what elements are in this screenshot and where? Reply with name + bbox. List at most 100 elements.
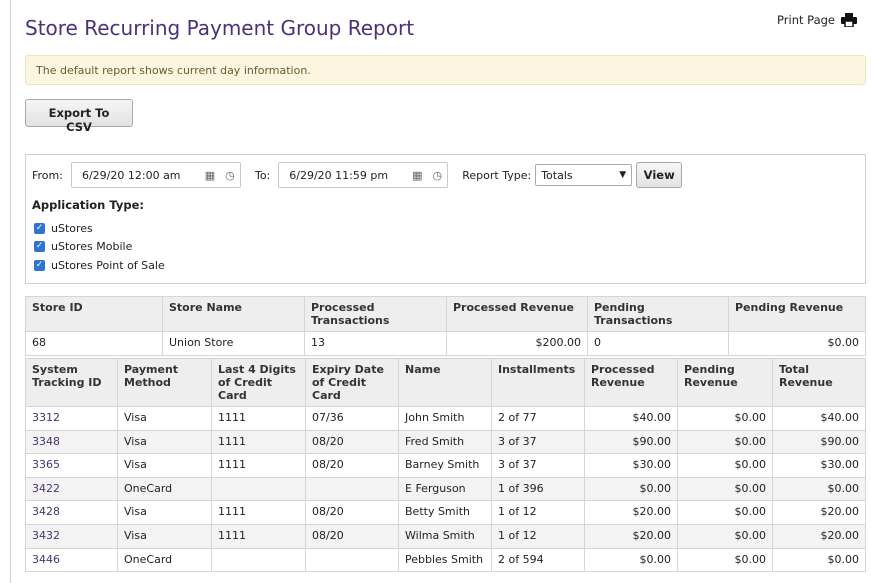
total-revenue-cell: $40.00 — [772, 406, 866, 431]
tracking-id-link[interactable]: 3348 — [32, 435, 60, 448]
expiry-date-cell: 07/36 — [305, 406, 399, 431]
report-type-value: Totals — [541, 168, 573, 182]
card-last4-cell: 1111 — [211, 453, 306, 478]
column-header: Last 4 Digits of Credit Card — [211, 358, 306, 407]
column-header: Name — [398, 358, 492, 407]
print-page-link[interactable]: Print Page — [777, 13, 857, 27]
processed-revenue-cell: $40.00 — [584, 406, 678, 431]
tracking-id-link[interactable]: 3432 — [32, 529, 60, 542]
checkbox-ustores-mobile[interactable]: ✓ uStores Mobile — [34, 240, 132, 253]
tracking-id-cell: 3422 — [25, 476, 118, 502]
card-last4-cell: 1111 — [211, 523, 306, 549]
installments-cell: 3 of 37 — [491, 429, 585, 455]
processed-transactions-cell: 13 — [304, 331, 447, 356]
installments-cell: 1 of 396 — [491, 476, 585, 502]
calendar-icon[interactable]: ▦ — [200, 163, 220, 187]
chevron-down-icon: ▼ — [619, 170, 627, 180]
export-csv-button[interactable]: Export To CSV — [25, 99, 133, 134]
expiry-date-cell: 08/20 — [305, 500, 399, 525]
to-datetime-field[interactable]: 6/29/20 11:59 pm ▦ ◷ — [278, 162, 449, 188]
payment-method-cell: OneCard — [117, 476, 212, 502]
column-header: Pending Transactions — [587, 296, 729, 332]
checkbox-label: uStores Mobile — [51, 240, 133, 253]
name-cell: Betty Smith — [398, 500, 492, 525]
column-header: Expiry Date of Credit Card — [305, 358, 399, 407]
name-cell: Wilma Smith — [398, 523, 492, 549]
name-cell: Barney Smith — [398, 453, 492, 478]
table-row: 3428 Visa 1111 08/20 Betty Smith 1 of 12 $20.0… — [25, 500, 866, 525]
column-header: Store Name — [162, 296, 305, 332]
checkbox-ustores[interactable]: ✓ uStores — [34, 222, 93, 235]
processed-revenue-cell: $20.00 — [584, 500, 678, 525]
installments-cell: 1 of 12 — [491, 500, 585, 525]
pending-revenue-cell: $0.00 — [677, 406, 773, 431]
processed-revenue-cell: $200.00 — [446, 331, 588, 356]
processed-revenue-cell: $20.00 — [584, 523, 678, 549]
checkbox-checked-icon[interactable]: ✓ — [34, 260, 45, 271]
name-cell: Pebbles Smith — [398, 547, 492, 573]
frame-border — [10, 0, 11, 583]
table-row: 3446 OneCard Pebbles Smith 2 of 594 $0.00 $0.… — [25, 547, 866, 573]
report-type-select[interactable]: Totals ▼ — [535, 164, 633, 186]
total-revenue-cell: $20.00 — [772, 523, 866, 549]
tracking-id-link[interactable]: 3312 — [32, 411, 60, 424]
tracking-id-cell: 3432 — [25, 523, 118, 549]
tracking-id-link[interactable]: 3365 — [32, 458, 60, 471]
expiry-date-cell: 08/20 — [305, 523, 399, 549]
report-type-label: Report Type: — [462, 168, 532, 182]
payment-method-cell: Visa — [117, 500, 212, 525]
calendar-icon[interactable]: ▦ — [407, 163, 427, 187]
tracking-id-link[interactable]: 3422 — [32, 482, 60, 495]
tracking-id-link[interactable]: 3446 — [32, 553, 60, 566]
view-button[interactable]: View — [636, 162, 683, 188]
from-label: From: — [32, 168, 63, 182]
column-header: Pending Revenue — [677, 358, 773, 407]
card-last4-cell: 1111 — [211, 500, 306, 525]
checkbox-ustores-pos[interactable]: ✓ uStores Point of Sale — [34, 259, 165, 272]
checkbox-checked-icon[interactable]: ✓ — [34, 223, 45, 234]
column-header: Processed Transactions — [304, 296, 447, 332]
clock-icon[interactable]: ◷ — [427, 163, 447, 187]
pending-revenue-cell: $0.00 — [677, 453, 773, 478]
processed-revenue-cell: $0.00 — [584, 476, 678, 502]
tracking-id-cell: 3365 — [25, 453, 118, 478]
table-row: 3348 Visa 1111 08/20 Fred Smith 3 of 37 $90.00… — [25, 429, 866, 455]
card-last4-cell — [211, 476, 306, 502]
checkbox-label: uStores Point of Sale — [51, 259, 165, 272]
installments-cell: 2 of 77 — [491, 406, 585, 431]
checkbox-label: uStores — [51, 222, 93, 235]
column-header: Installments — [491, 358, 585, 407]
table-row: 3432 Visa 1111 08/20 Wilma Smith 1 of 12 $20.0… — [25, 523, 866, 549]
card-last4-cell: 1111 — [211, 406, 306, 431]
column-header: Processed Revenue — [584, 358, 678, 407]
pending-revenue-cell: $0.00 — [677, 547, 773, 573]
total-revenue-cell: $90.00 — [772, 429, 866, 455]
store-name-cell: Union Store — [162, 331, 305, 356]
payment-method-cell: Visa — [117, 429, 212, 455]
checkbox-checked-icon[interactable]: ✓ — [34, 241, 45, 252]
payments-table-body: 3312 Visa 1111 07/36 John Smith 2 of 77 $40.00… — [25, 406, 866, 573]
clock-icon[interactable]: ◷ — [220, 163, 240, 187]
column-header: Processed Revenue — [446, 296, 588, 332]
tracking-id-cell: 3446 — [25, 547, 118, 573]
payments-table: System Tracking ID Payment Method Last 4… — [25, 358, 866, 573]
pending-revenue-cell: $0.00 — [728, 331, 866, 356]
tracking-id-cell: 3428 — [25, 500, 118, 525]
name-cell: John Smith — [398, 406, 492, 431]
processed-revenue-cell: $90.00 — [584, 429, 678, 455]
page-title: Store Recurring Payment Group Report — [25, 16, 415, 40]
table-row: 68 Union Store 13 $200.00 0 $0.00 — [25, 331, 866, 356]
from-datetime-field[interactable]: 6/29/20 12:00 am ▦ ◷ — [70, 162, 241, 188]
pending-transactions-cell: 0 — [587, 331, 729, 356]
installments-cell: 2 of 594 — [491, 547, 585, 573]
column-header: Payment Method — [117, 358, 212, 407]
column-header: Pending Revenue — [728, 296, 866, 332]
tracking-id-link[interactable]: 3428 — [32, 505, 60, 518]
print-page-label: Print Page — [777, 13, 835, 27]
printer-icon — [841, 13, 857, 27]
total-revenue-cell: $0.00 — [772, 547, 866, 573]
column-header: System Tracking ID — [25, 358, 118, 407]
info-alert: The default report shows current day inf… — [25, 55, 866, 85]
total-revenue-cell: $0.00 — [772, 476, 866, 502]
from-date-value: 6/29/20 12:00 am — [81, 168, 181, 182]
